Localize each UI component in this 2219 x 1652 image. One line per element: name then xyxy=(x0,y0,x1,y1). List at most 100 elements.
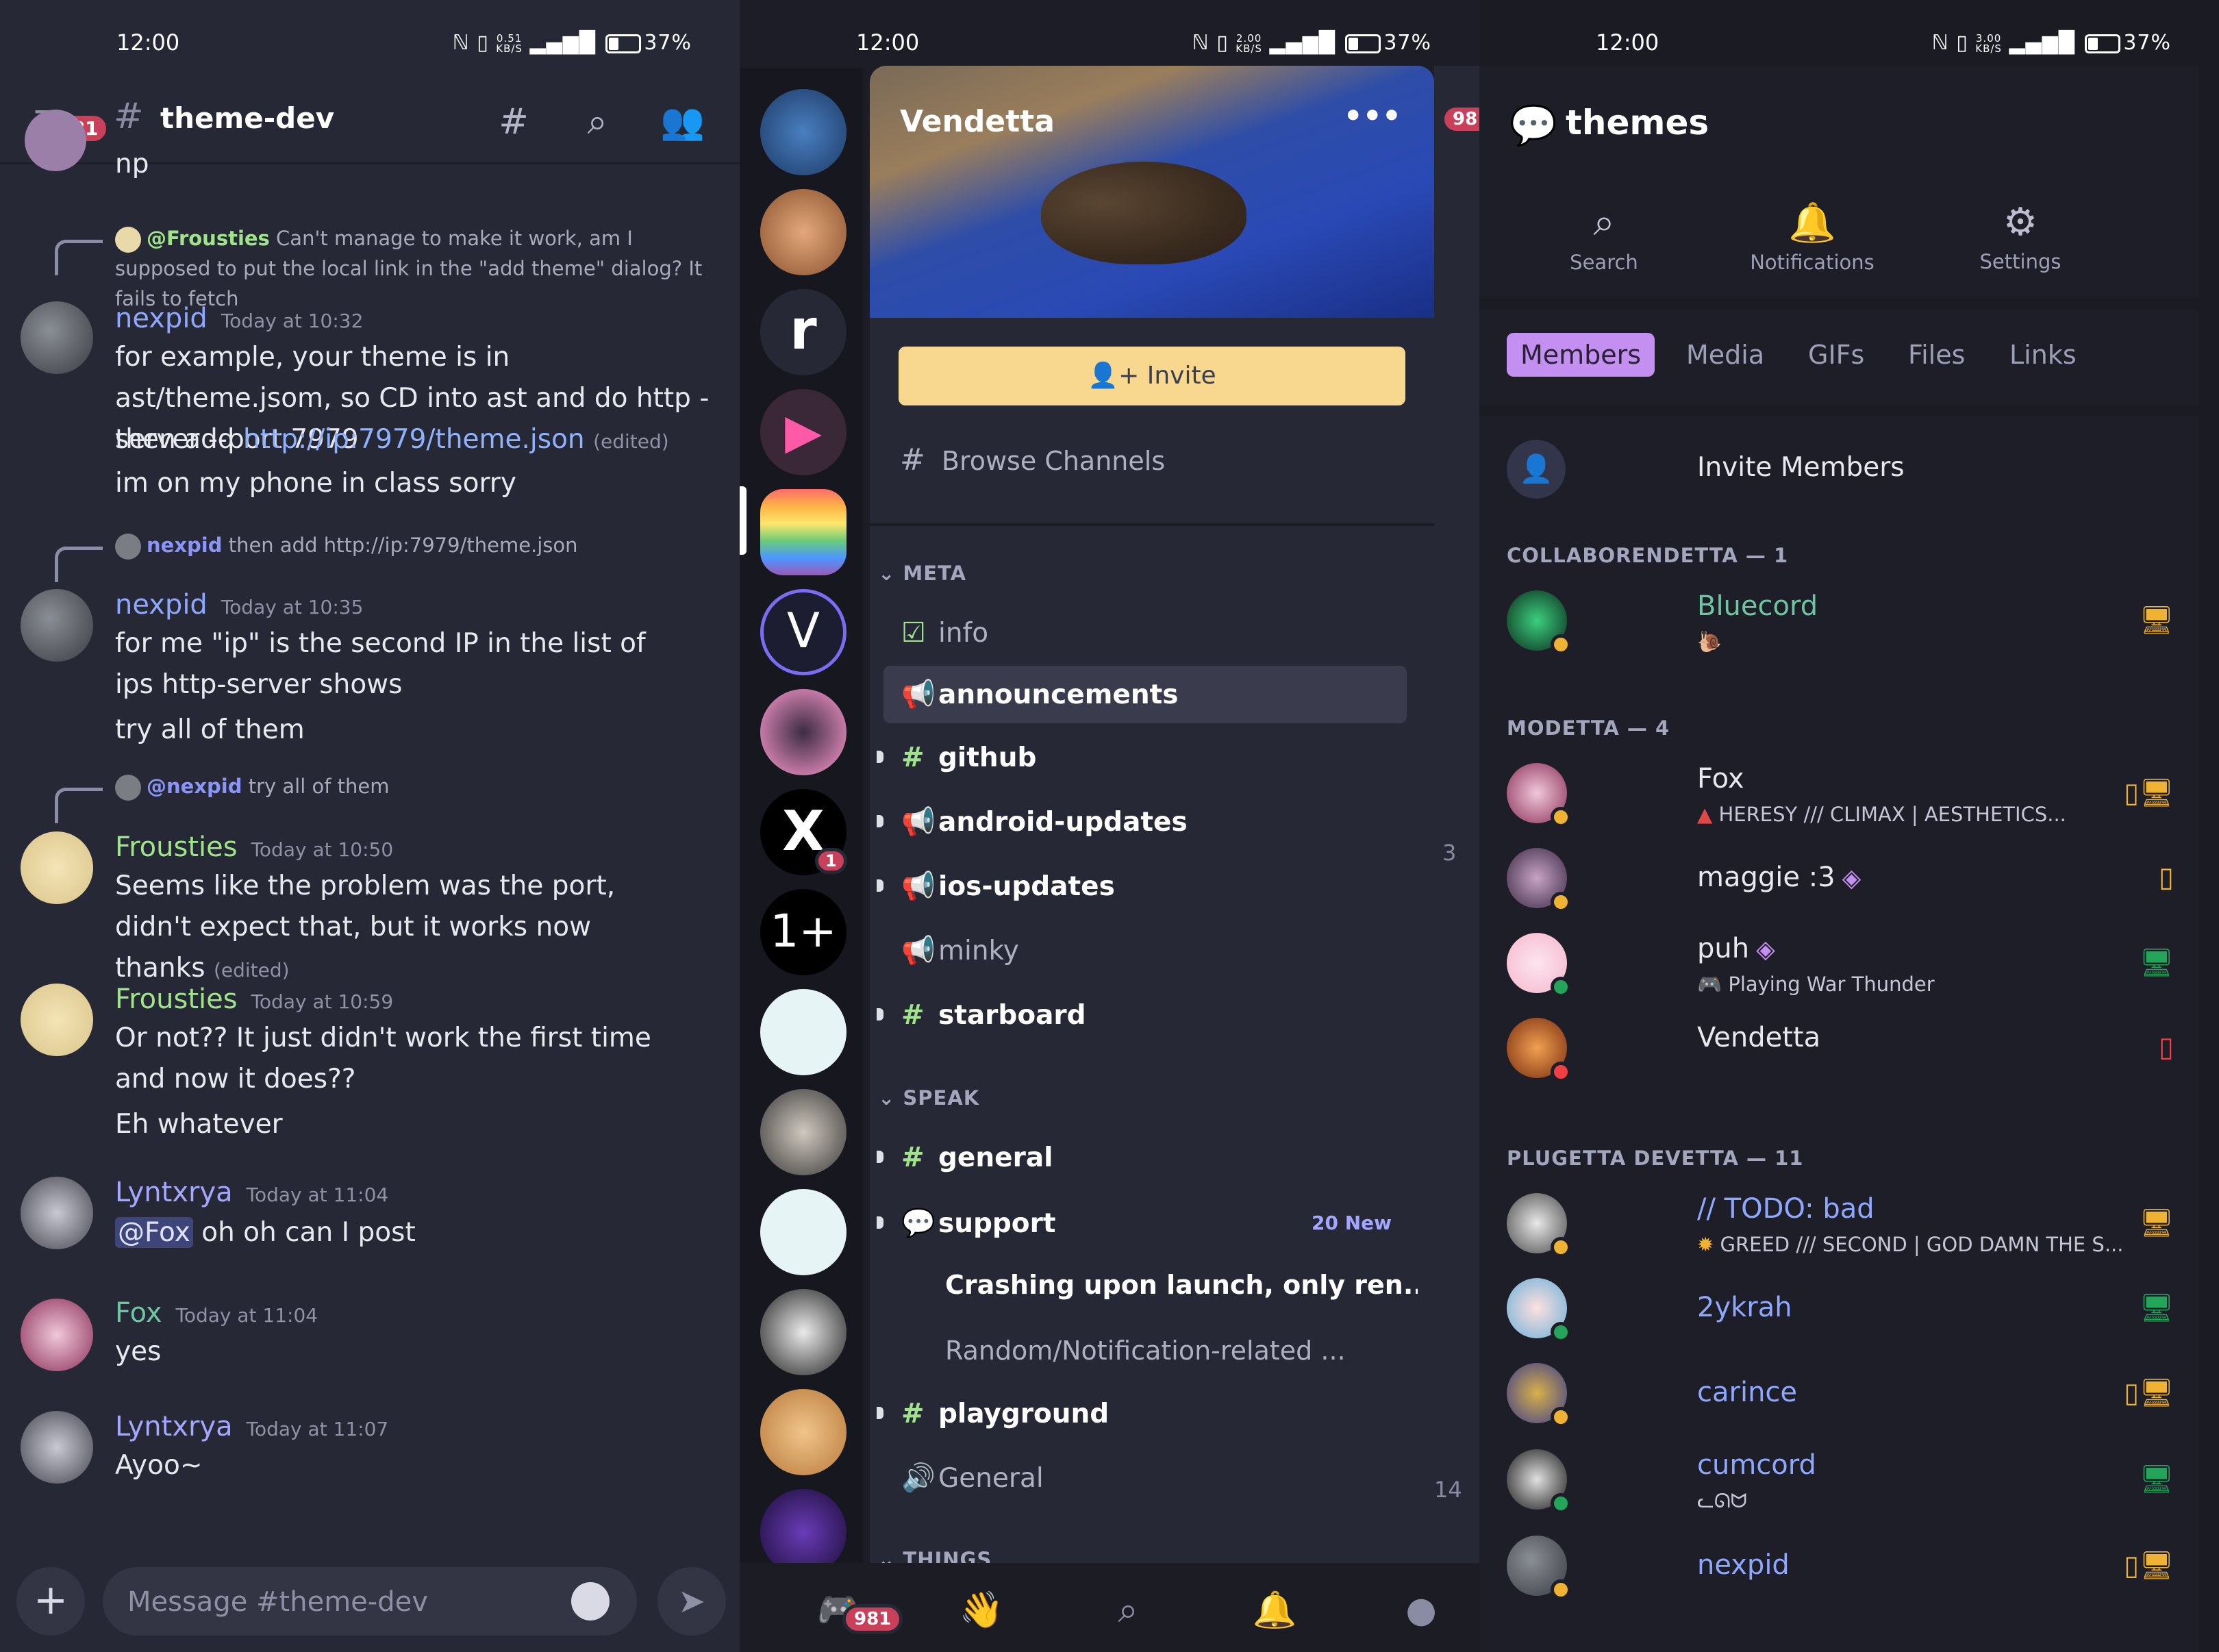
divider xyxy=(870,523,1434,526)
member-row[interactable]: Bluecord 🐌 🖥 xyxy=(1479,584,2198,666)
thread-item[interactable]: Crashing upon launch, only ren... xyxy=(945,1256,1418,1314)
server-icon[interactable] xyxy=(760,1089,847,1175)
thread-item[interactable]: Random/Notification-related ... xyxy=(945,1322,1418,1379)
send-button[interactable]: ➤ xyxy=(657,1567,726,1636)
server-icon-selected[interactable] xyxy=(760,489,847,575)
notifications-icon[interactable]: 🔔 xyxy=(1251,1586,1299,1634)
tab-files[interactable]: Files xyxy=(1894,333,1979,377)
message-author[interactable]: Frousties Today at 10:59 xyxy=(115,984,393,1015)
member-row[interactable]: nexpid ▯🖥 xyxy=(1479,1529,2198,1611)
channel-announcements[interactable]: 📢 announcements xyxy=(883,666,1407,723)
member-list[interactable]: 👤 Invite Members COLLABORENDETTA — 1 Blu… xyxy=(1479,416,2198,1652)
channel-general[interactable]: # general xyxy=(877,1129,1407,1186)
member-row[interactable]: Fox ▲ HERESY /// CLIMAX | AESTHETICS... … xyxy=(1479,756,2198,838)
avatar[interactable] xyxy=(21,1299,93,1371)
channel-ios-updates[interactable]: 📢 ios-updates xyxy=(877,858,1407,915)
tab-links[interactable]: Links xyxy=(1996,333,2090,377)
server-icon[interactable]: 1+ xyxy=(760,889,847,975)
avatar[interactable] xyxy=(21,589,93,662)
avatar[interactable] xyxy=(21,984,93,1056)
channel-playground[interactable]: # playground xyxy=(877,1385,1407,1442)
channel-info[interactable]: ☑ info xyxy=(900,604,1407,662)
member-row[interactable]: // TODO: bad ✹ GREED /// SECOND | GOD DA… xyxy=(1479,1186,2198,1268)
server-icon[interactable] xyxy=(760,1189,847,1275)
message-author[interactable]: Frousties Today at 10:50 xyxy=(115,831,393,863)
emoji-icon[interactable] xyxy=(571,1582,610,1620)
user-mention[interactable]: @Fox xyxy=(115,1217,193,1248)
message-author[interactable]: nexpid Today at 10:32 xyxy=(115,303,363,334)
search-icon[interactable]: ⌕ xyxy=(1104,1586,1152,1634)
message-author[interactable]: Fox Today at 11:04 xyxy=(115,1297,318,1329)
threads-icon[interactable]: # xyxy=(492,100,536,144)
edited-label: (edited) xyxy=(213,959,290,981)
member-name: nexpid xyxy=(1697,1549,1790,1581)
member-row[interactable]: maggie :3 ◈ ▯ xyxy=(1479,841,2198,923)
member-row[interactable]: cumcord ᓚᘏᗢ 🖥 xyxy=(1479,1442,2198,1525)
banner-image xyxy=(1041,162,1246,264)
message-author[interactable]: Lyntxrya Today at 11:04 xyxy=(115,1177,388,1208)
message-link[interactable]: http://ip:7979/theme.json xyxy=(243,424,585,455)
invite-members-button[interactable]: Invite Members xyxy=(1697,452,1905,483)
members-icon[interactable]: 👥 xyxy=(660,100,705,144)
server-icon[interactable] xyxy=(760,1289,847,1375)
server-list[interactable]: r ▶ V X 1 1+ xyxy=(740,68,863,1575)
message-author[interactable]: Lyntxrya Today at 11:07 xyxy=(115,1411,388,1442)
search-icon[interactable]: ⌕ xyxy=(575,100,619,144)
message-input[interactable]: Message #theme-dev xyxy=(103,1567,637,1636)
server-icon[interactable]: r xyxy=(760,289,847,375)
member-row[interactable]: 2ykrah 🖥 xyxy=(1479,1271,2198,1353)
channel-starboard[interactable]: # starboard xyxy=(877,986,1407,1044)
notifications-button[interactable]: 🔔 Notifications xyxy=(1737,200,1888,274)
message-text: try all of them xyxy=(115,714,305,745)
channel-support[interactable]: 💬 support 20 New xyxy=(877,1194,1407,1252)
member-status: ✹ GREED /// SECOND | GOD DAMN THE S... xyxy=(1697,1233,2122,1256)
avatar[interactable] xyxy=(21,1177,93,1249)
tab-members[interactable]: Members xyxy=(1507,333,1655,377)
more-options-icon[interactable]: ••• xyxy=(1344,99,1401,134)
message-text: Or not?? It just didn't work the first t… xyxy=(115,1023,651,1094)
server-icon[interactable] xyxy=(760,1389,847,1475)
server-icon[interactable]: V xyxy=(760,589,847,675)
message-list[interactable]: np @Frousties Can't manage to make it wo… xyxy=(0,110,740,1549)
chat-peek: 981 3 14 xyxy=(1434,66,1479,1563)
server-icon[interactable] xyxy=(760,989,847,1075)
avatar[interactable] xyxy=(21,1411,93,1484)
reply-preview[interactable]: @nexpid try all of them xyxy=(115,771,711,801)
server-icon[interactable] xyxy=(760,689,847,775)
tab-media[interactable]: Media xyxy=(1672,333,1778,377)
add-member-icon[interactable]: 👤 xyxy=(1507,440,1566,499)
server-icon[interactable] xyxy=(760,89,847,175)
category-meta[interactable]: ⌄ META xyxy=(878,562,966,585)
text-channel-icon: # xyxy=(901,742,925,773)
server-icon[interactable] xyxy=(760,189,847,275)
settings-button[interactable]: ⚙ Settings xyxy=(1945,200,2096,273)
tab-gifs[interactable]: GIFs xyxy=(1794,333,1878,377)
channel-minky[interactable]: 📢 minky xyxy=(900,922,1407,979)
reply-preview[interactable]: @Frousties Can't manage to make it work,… xyxy=(115,223,711,314)
category-things[interactable]: ⌄ THINGS xyxy=(878,1548,992,1563)
reply-preview[interactable]: nexpid then add http://ip:7979/theme.jso… xyxy=(115,530,711,560)
avatar[interactable] xyxy=(21,831,93,904)
category-speak[interactable]: ⌄ SPEAK xyxy=(878,1086,979,1110)
desktop-icon: 🖥 xyxy=(2139,947,2174,979)
channel-android-updates[interactable]: 📢 android-updates xyxy=(877,793,1407,851)
profile-avatar[interactable]: ● xyxy=(1397,1586,1445,1634)
invite-button[interactable]: 👤+ Invite xyxy=(899,347,1405,405)
channel-github[interactable]: # github xyxy=(877,729,1407,786)
browse-channels-button[interactable]: # Browse Channels xyxy=(900,442,1165,477)
message-author[interactable]: nexpid Today at 10:35 xyxy=(115,589,363,621)
attach-button[interactable]: + xyxy=(16,1567,85,1636)
avatar xyxy=(115,534,141,560)
server-name[interactable]: Vendetta xyxy=(900,104,1055,139)
status-online-icon xyxy=(1551,977,1571,997)
friends-icon[interactable]: 👋 xyxy=(957,1586,1005,1634)
avatar[interactable] xyxy=(21,301,93,374)
status-idle-icon xyxy=(1551,634,1571,655)
member-row[interactable]: puh ◈ 🎮 Playing War Thunder 🖥 xyxy=(1479,926,2198,1008)
member-row[interactable]: Vendetta ▯ xyxy=(1479,1011,2198,1093)
search-button[interactable]: ⌕ Search xyxy=(1529,200,1679,274)
announcement-icon: 📢 xyxy=(901,935,936,966)
server-icon[interactable]: ▶ xyxy=(760,389,847,475)
channel-general-voice[interactable]: 🔊 General xyxy=(900,1449,1407,1507)
member-row[interactable]: carince ▯🖥 xyxy=(1479,1356,2198,1438)
